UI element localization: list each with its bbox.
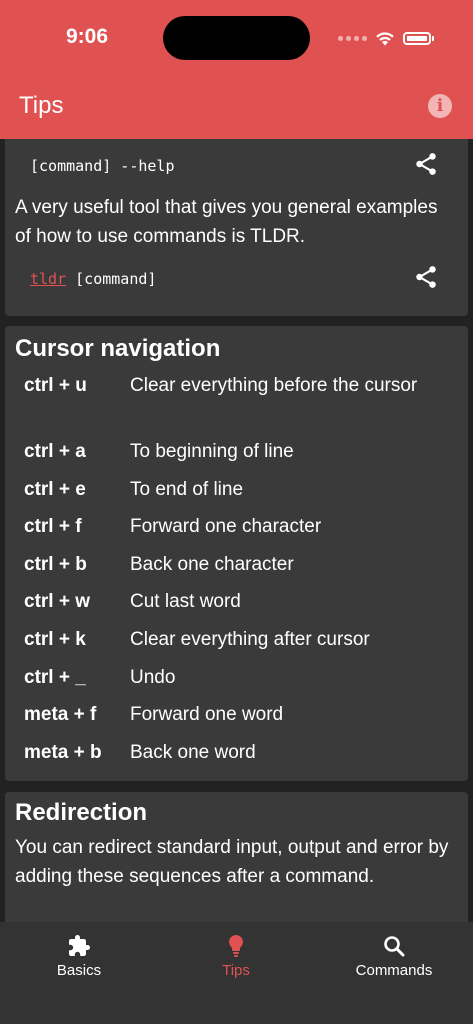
shortcut-description: Back one character xyxy=(130,554,294,575)
shortcut-row: ctrl + u Clear everything before the cur… xyxy=(5,372,468,428)
battery-icon xyxy=(403,31,431,45)
tips-content[interactable]: [command] --help A very useful tool that… xyxy=(0,139,473,922)
cursor-navigation-card: Cursor navigation ctrl + u Clear everyth… xyxy=(5,326,468,781)
signal-icon xyxy=(338,35,367,41)
tldr-command: tldr [command] xyxy=(30,270,156,288)
help-command: [command] --help xyxy=(30,157,175,175)
shortcut-key: ctrl + f xyxy=(24,516,82,537)
shortcut-description: Clear everything after cursor xyxy=(130,629,370,650)
status-icons xyxy=(338,26,434,50)
tldr-link[interactable]: tldr xyxy=(30,270,66,288)
info-icon[interactable]: i xyxy=(428,94,452,118)
shortcut-key: ctrl + w xyxy=(24,591,90,612)
redirection-description: You can redirect standard input, output … xyxy=(15,837,449,887)
shortcut-description: Back one word xyxy=(130,742,256,763)
nav-label: Tips xyxy=(222,962,250,979)
status-time: 9:06 xyxy=(66,25,109,48)
shortcut-key: ctrl + b xyxy=(24,554,87,575)
shortcut-key: ctrl + a xyxy=(24,441,86,462)
nav-tips[interactable]: Tips xyxy=(176,932,296,979)
app-header: 9:06 Tips i xyxy=(0,0,473,139)
nav-label: Basics xyxy=(56,962,102,979)
shortcut-key: ctrl + u xyxy=(24,375,87,396)
tldr-argument: [command] xyxy=(66,270,157,288)
share-icon[interactable] xyxy=(413,151,439,177)
puzzle-icon xyxy=(69,935,90,956)
shortcut-description: Forward one word xyxy=(130,704,284,725)
help-card: [command] --help A very useful tool that… xyxy=(5,139,468,316)
search-icon xyxy=(384,936,405,957)
shortcut-description: Forward one character xyxy=(130,516,322,537)
dynamic-island xyxy=(163,16,310,60)
shortcut-description: Clear everything before the cursor xyxy=(130,375,418,396)
shortcut-description: Cut last word xyxy=(130,591,241,612)
redirection-card: Redirection You can redirect standard in… xyxy=(5,792,468,922)
shortcut-key: ctrl + e xyxy=(24,479,86,500)
shortcut-description: Undo xyxy=(130,667,176,688)
page-title: Tips xyxy=(19,92,64,119)
section-title: Cursor navigation xyxy=(15,335,221,362)
nav-basics[interactable]: Basics xyxy=(19,932,139,979)
shortcut-key: meta + b xyxy=(24,742,102,763)
wifi-icon xyxy=(376,31,394,45)
share-icon[interactable] xyxy=(413,264,439,290)
shortcut-key: ctrl + k xyxy=(24,629,86,650)
shortcut-description: To end of line xyxy=(130,479,244,500)
lightbulb-icon xyxy=(229,935,243,957)
section-title: Redirection xyxy=(15,799,148,826)
nav-commands[interactable]: Commands xyxy=(334,932,454,979)
bottom-navigation: Basics Tips Commands xyxy=(0,922,473,1024)
tldr-description: A very useful tool that gives you genera… xyxy=(15,197,438,247)
shortcut-description: To beginning of line xyxy=(130,441,294,462)
shortcut-key: ctrl + _ xyxy=(24,667,86,688)
shortcut-key: meta + f xyxy=(24,704,97,725)
nav-label: Commands xyxy=(355,962,433,979)
